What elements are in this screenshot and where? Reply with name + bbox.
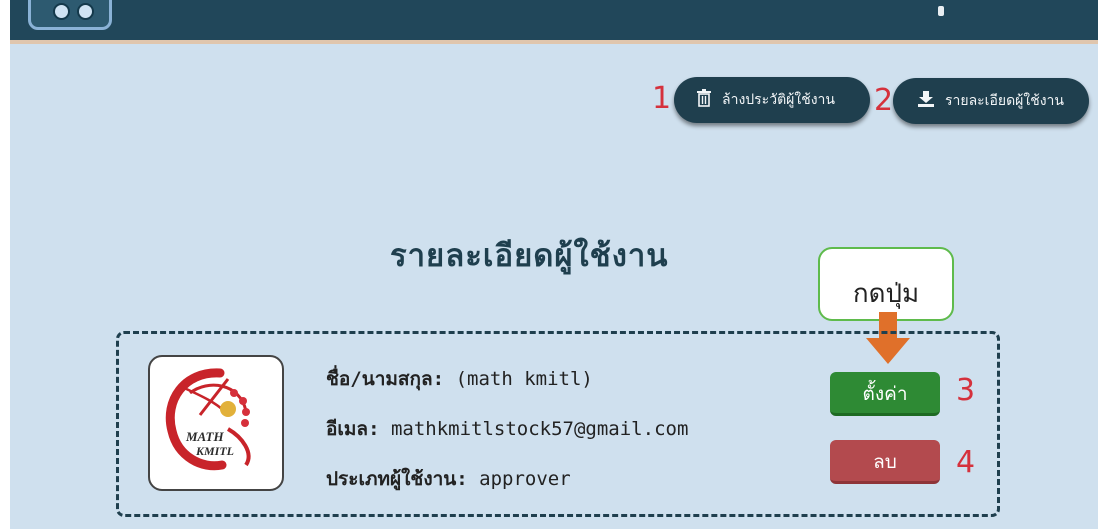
user-avatar: MATH KMITL <box>148 355 284 491</box>
annotation-number-2: 2 <box>874 83 894 118</box>
app-logo-icon[interactable] <box>28 0 112 30</box>
settings-button[interactable]: ตั้งค่า <box>830 372 940 416</box>
user-details-label: รายละเอียดผู้ใช้งาน <box>945 93 1064 109</box>
user-type-row: ประเภทผู้ใช้งาน: approver <box>326 464 571 494</box>
name-label: ชื่อ/นามสกุล: <box>326 368 445 390</box>
logo-text-kmitl: KMITL <box>195 444 234 458</box>
page-background: 1 ล้างประวัติผู้ใช้งาน 2 รายละเอียดผู้ใช… <box>10 0 1100 529</box>
math-kmitl-logo: MATH KMITL <box>165 368 251 471</box>
user-type-label: ประเภทผู้ใช้งาน: <box>326 468 468 490</box>
trash-icon <box>696 89 712 111</box>
clear-history-button[interactable]: ล้างประวัติผู้ใช้งาน <box>674 77 870 123</box>
top-navbar <box>10 0 1100 44</box>
logo-dot-right <box>77 3 94 20</box>
press-button-callout: กดปุ่ม <box>818 247 954 321</box>
callout-text: กดปุ่ม <box>852 279 920 309</box>
logo-text-math: MATH <box>185 429 224 444</box>
clear-history-label: ล้างประวัติผู้ใช้งาน <box>722 92 835 108</box>
annotation-number-3: 3 <box>956 373 976 408</box>
logo-dot-left <box>53 3 70 20</box>
email-label: อีเมล: <box>326 418 380 440</box>
user-details-download-button[interactable]: รายละเอียดผู้ใช้งาน <box>893 78 1089 124</box>
page-title: รายละเอียดผู้ใช้งาน <box>390 238 669 274</box>
name-value: (math kmitl) <box>455 368 593 390</box>
navbar-icon-fragment <box>938 6 944 16</box>
user-email-row: อีเมล: mathkmitlstock57@gmail.com <box>326 414 688 444</box>
user-type-value: approver <box>479 468 571 490</box>
annotation-number-4: 4 <box>956 445 976 480</box>
email-value: mathkmitlstock57@gmail.com <box>390 418 689 440</box>
download-icon <box>917 90 935 112</box>
annotation-number-1: 1 <box>652 81 672 116</box>
user-name-row: ชื่อ/นามสกุล: (math kmitl) <box>326 364 593 394</box>
page-edge <box>1098 0 1102 529</box>
delete-button[interactable]: ลบ <box>830 440 940 484</box>
